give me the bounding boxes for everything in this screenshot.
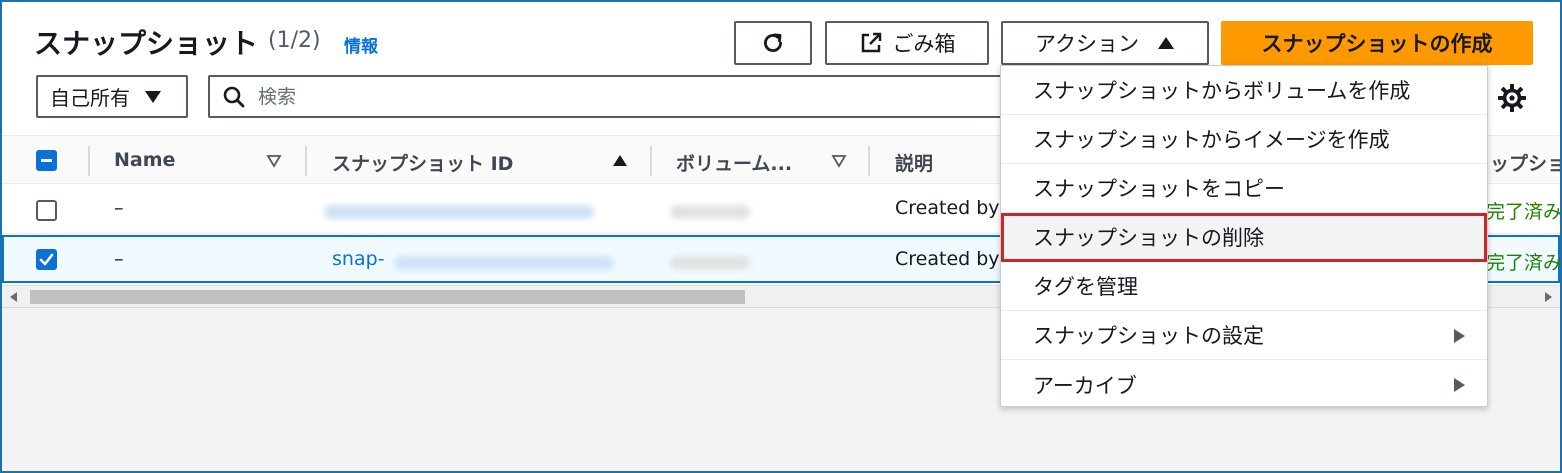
redacted-volume <box>670 256 750 270</box>
row-description: Created by <box>895 248 1000 270</box>
menu-item-archive[interactable]: アーカイブ <box>1001 360 1487 409</box>
scrollbar-thumb[interactable] <box>30 290 745 304</box>
sort-neutral-icon[interactable] <box>831 153 847 169</box>
gear-icon[interactable] <box>1496 82 1528 114</box>
page-title: スナップショット <box>34 27 259 60</box>
menu-item-label: スナップショットからイメージを作成 <box>1033 128 1390 152</box>
column-header-description[interactable]: 説明 <box>895 149 933 176</box>
menu-item-label: スナップショットをコピー <box>1033 177 1285 201</box>
row-name: – <box>114 197 124 219</box>
scroll-right-arrow-icon[interactable] <box>1545 292 1552 302</box>
menu-item-label: タグを管理 <box>1033 275 1138 299</box>
redacted-volume <box>670 205 750 219</box>
redacted-snapshot-id <box>324 205 594 219</box>
owner-filter-select[interactable]: 自己所有 <box>36 75 188 118</box>
row-checkbox[interactable] <box>36 249 57 270</box>
column-header-volume[interactable]: ボリューム... <box>676 149 792 176</box>
select-all-checkbox[interactable] <box>36 150 57 171</box>
menu-item-manage-tags[interactable]: タグを管理 <box>1001 262 1487 311</box>
refresh-button[interactable] <box>734 21 812 65</box>
menu-item-label: スナップショットからボリュームを作成 <box>1033 79 1411 103</box>
actions-button[interactable]: アクション <box>1001 21 1209 65</box>
column-divider <box>305 146 307 176</box>
sort-ascending-icon[interactable] <box>612 153 628 169</box>
info-link[interactable]: 情報 <box>344 32 378 57</box>
create-snapshot-button[interactable]: スナップショットの作成 <box>1221 21 1533 65</box>
menu-item-create-image[interactable]: スナップショットからイメージを作成 <box>1001 115 1487 164</box>
submenu-arrow-icon <box>1454 329 1465 343</box>
row-name: – <box>114 248 124 270</box>
row-description: Created by <box>895 197 1000 219</box>
caret-down-icon <box>145 90 161 103</box>
redacted-snapshot-id <box>394 256 614 270</box>
row-status: 完了済み <box>1486 252 1562 274</box>
scroll-left-arrow-icon[interactable] <box>10 292 17 302</box>
selection-count: (1/2) <box>268 28 321 53</box>
actions-dropdown-menu: スナップショットからボリュームを作成 スナップショットからイメージを作成 スナッ… <box>1000 65 1488 407</box>
column-header-status[interactable]: ップショ <box>1490 149 1560 176</box>
external-link-icon <box>861 32 881 53</box>
column-header-snapshot-id[interactable]: スナップショット ID <box>332 149 513 176</box>
menu-item-label: スナップショットの設定 <box>1033 324 1264 348</box>
search-icon <box>223 86 245 107</box>
sort-neutral-icon[interactable] <box>266 153 282 169</box>
app-window: スナップショット (1/2) 情報 ごみ箱 アクション スナップショットの作成 … <box>0 0 1562 473</box>
row-snapshot-id-link[interactable]: snap- <box>332 248 385 270</box>
column-divider <box>868 146 870 176</box>
recycle-bin-label: ごみ箱 <box>892 32 956 56</box>
caret-up-icon <box>1157 37 1174 49</box>
recycle-bin-button[interactable]: ごみ箱 <box>825 21 989 65</box>
refresh-icon <box>764 33 782 52</box>
column-divider <box>650 146 652 176</box>
row-status: 完了済み <box>1486 201 1562 223</box>
actions-label: アクション <box>1035 32 1139 56</box>
column-divider <box>88 146 90 176</box>
owner-filter-value: 自己所有 <box>50 86 130 110</box>
check-icon <box>39 253 54 266</box>
indeterminate-dash-icon <box>41 159 52 162</box>
search-field[interactable] <box>208 75 1008 118</box>
menu-item-snapshot-settings[interactable]: スナップショットの設定 <box>1001 311 1487 360</box>
search-input[interactable] <box>258 85 958 108</box>
menu-item-label: スナップショットの削除 <box>1033 226 1264 250</box>
menu-item-label: アーカイブ <box>1033 373 1137 398</box>
column-header-name[interactable]: Name <box>114 149 175 171</box>
submenu-arrow-icon <box>1454 378 1465 392</box>
menu-item-delete-snapshot[interactable]: スナップショットの削除 <box>1001 213 1487 262</box>
menu-item-copy-snapshot[interactable]: スナップショットをコピー <box>1001 164 1487 213</box>
menu-item-create-volume[interactable]: スナップショットからボリュームを作成 <box>1001 66 1487 115</box>
row-checkbox[interactable] <box>36 200 57 221</box>
